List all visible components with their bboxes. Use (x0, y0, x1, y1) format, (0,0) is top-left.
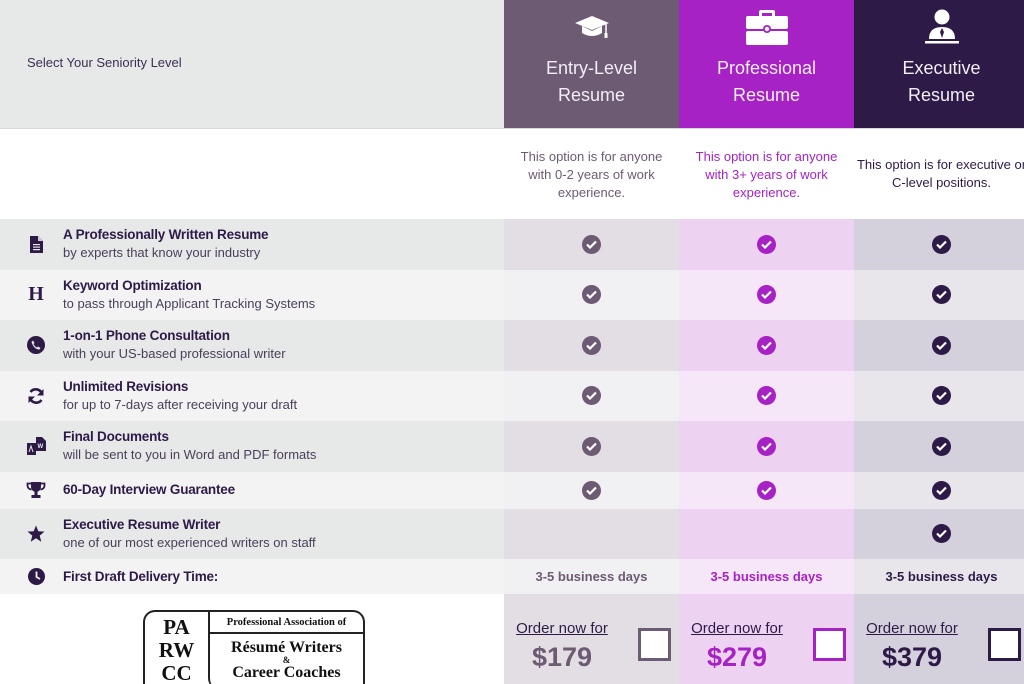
feature-title: 60-Day Interview Guarantee (63, 482, 235, 497)
executive-user-icon (922, 7, 962, 47)
check-icon (757, 234, 776, 254)
feature-title: Executive Resume Writer (63, 516, 221, 532)
executive-description: This option is for executive or C-level … (854, 129, 1024, 219)
feature-subtitle: one of our most experienced writers on s… (63, 534, 316, 550)
check-icon (932, 436, 951, 456)
feature-title: A Professionally Written Resume (63, 227, 269, 243)
order-executive-link[interactable]: Order now for (861, 620, 963, 638)
refresh-icon (25, 385, 47, 407)
feature-row: Unlimited Revisions for up to 7-days aft… (0, 370, 1024, 421)
executive-header[interactable]: Executive Resume (854, 0, 1024, 128)
graduation-cap-icon (574, 7, 610, 47)
delivery-row: First Draft Delivery Time: 3-5 business … (0, 559, 1024, 594)
logo-text: Résumé Writers (231, 639, 342, 656)
feature-title: Unlimited Revisions (63, 378, 189, 394)
parwcc-logo: PA RW CC Professional Association of Rés… (143, 610, 365, 684)
entry-level-title-2: Resume (557, 85, 626, 105)
professional-description: This option is for anyone with 3+ years … (695, 149, 838, 200)
logo-text: PA (163, 615, 190, 639)
feature-subtitle: will be sent to you in Word and PDF form… (63, 447, 317, 463)
feature-row: W Final Documents will be sent to you in… (0, 421, 1024, 472)
logo-text: & (282, 655, 291, 665)
feature-subtitle: to pass through Applicant Tracking Syste… (63, 295, 316, 311)
check-icon (582, 480, 601, 500)
check-icon (757, 386, 776, 406)
briefcase-icon (745, 7, 789, 47)
feature-title: Final Documents (63, 429, 169, 445)
heading-icon: H (28, 283, 44, 306)
logo-text: RW (158, 638, 195, 662)
logo-text: Professional Association of (210, 612, 363, 634)
file-formats-icon: W (25, 435, 47, 457)
check-icon (932, 480, 951, 500)
feature-row: 1-on-1 Phone Consultation with your US-b… (0, 320, 1024, 371)
feature-row: H Keyword Optimization to pass through A… (0, 269, 1024, 320)
not-included-cell (679, 508, 854, 559)
select-professional-checkbox[interactable] (813, 628, 846, 661)
check-icon (582, 386, 601, 406)
description-row: This option is for anyone with 0-2 years… (0, 128, 1024, 219)
star-icon (25, 523, 47, 545)
feature-subtitle: for up to 7-days after receiving your dr… (63, 396, 298, 412)
document-icon (25, 233, 47, 255)
check-icon (932, 386, 951, 406)
check-icon (582, 285, 601, 305)
professional-price: $279 (706, 642, 768, 672)
feature-row: 60-Day Interview Guarantee (0, 471, 1024, 509)
delivery-time: 3-5 business days (710, 569, 823, 584)
check-icon (582, 436, 601, 456)
check-icon (582, 234, 601, 254)
entry-level-description: This option is for anyone with 0-2 years… (520, 149, 663, 200)
order-entry-level-link[interactable]: Order now for (511, 620, 613, 638)
entry-level-price: $179 (531, 642, 593, 672)
check-icon (932, 234, 951, 254)
professional-title-2: Resume (732, 85, 801, 105)
check-icon (757, 436, 776, 456)
select-executive-checkbox[interactable] (988, 628, 1021, 661)
executive-title-1: Executive (902, 58, 981, 78)
check-icon (932, 524, 951, 544)
check-icon (757, 285, 776, 305)
professional-header[interactable]: Professional Resume (679, 0, 854, 128)
delivery-time: 3-5 business days (885, 569, 998, 584)
logo-text: CC (161, 661, 192, 684)
check-icon (757, 480, 776, 500)
check-icon (932, 335, 951, 355)
check-icon (582, 335, 601, 355)
feature-title: Keyword Optimization (63, 277, 202, 293)
logo-text: Career Coaches (232, 664, 341, 681)
feature-row: Executive Resume Writer one of our most … (0, 508, 1024, 559)
pricing-comparison-table: Select Your Seniority Level Entry-Level … (0, 0, 1024, 684)
order-professional-link[interactable]: Order now for (686, 620, 788, 638)
entry-level-header[interactable]: Entry-Level Resume (504, 0, 679, 128)
delivery-time: 3-5 business days (535, 569, 648, 584)
delivery-title: First Draft Delivery Time: (63, 568, 219, 584)
feature-subtitle: by experts that know your industry (63, 245, 261, 261)
executive-price: $379 (881, 642, 943, 672)
header-row: Select Your Seniority Level Entry-Level … (0, 0, 1024, 128)
clock-icon (25, 566, 47, 588)
entry-level-title-1: Entry-Level (545, 58, 638, 78)
trophy-icon (25, 479, 47, 501)
seniority-label-cell: Select Your Seniority Level (0, 0, 504, 128)
feature-subtitle: with your US-based professional writer (63, 346, 286, 362)
order-row: PA RW CC Professional Association of Rés… (0, 594, 1024, 684)
not-included-cell (504, 508, 679, 559)
feature-title: 1-on-1 Phone Consultation (63, 328, 230, 344)
professional-title-1: Professional (716, 58, 817, 78)
check-icon (932, 285, 951, 305)
executive-title-2: Resume (907, 85, 976, 105)
svg-text:W: W (38, 444, 44, 450)
select-entry-level-checkbox[interactable] (638, 628, 671, 661)
description-label-cell (0, 129, 504, 219)
phone-icon (25, 334, 47, 356)
seniority-label: Select Your Seniority Level (27, 54, 182, 70)
executive-description-text: This option is for executive or C-level … (856, 157, 1024, 190)
feature-row: A Professionally Written Resume by exper… (0, 219, 1024, 270)
check-icon (757, 335, 776, 355)
